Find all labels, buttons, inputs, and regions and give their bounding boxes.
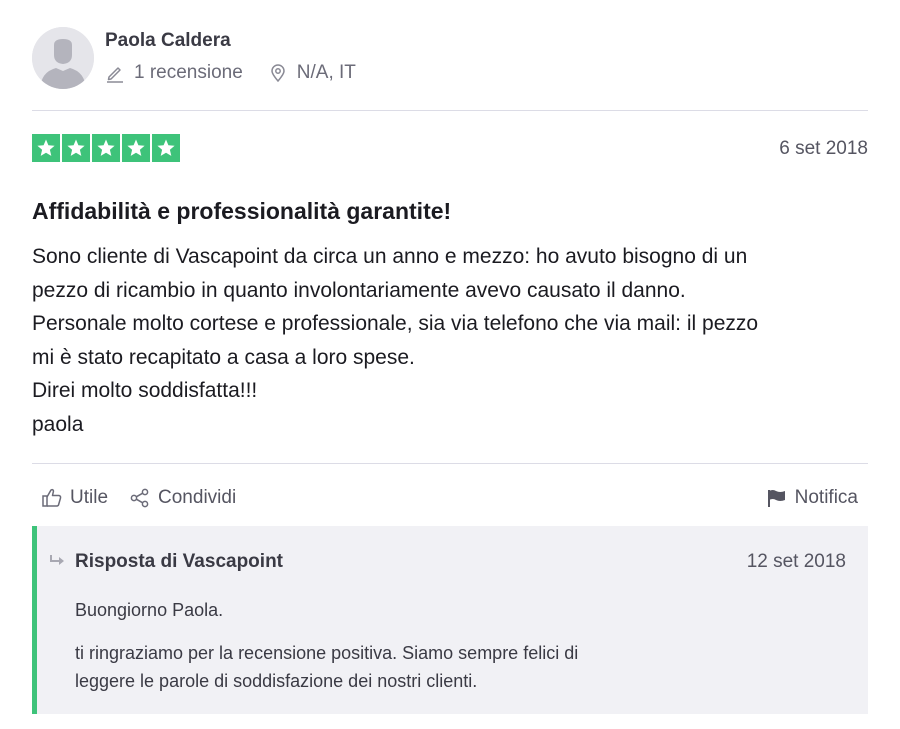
review-date: 6 set 2018 bbox=[779, 138, 868, 159]
useful-label: Utile bbox=[70, 487, 109, 508]
review-count: 1 recensione bbox=[134, 62, 243, 83]
review-title[interactable]: Affidabilità e professionalità garantite… bbox=[32, 198, 451, 225]
review-line: Personale molto cortese e professionale,… bbox=[32, 312, 759, 335]
reply-line: leggere le parole di soddisfazione dei n… bbox=[75, 671, 478, 691]
review-line: pezzo di ricambio in quanto involontaria… bbox=[32, 278, 686, 302]
review-line: Direi molto soddisfatta!!! bbox=[32, 379, 258, 402]
star-icon bbox=[152, 134, 180, 162]
star-icon bbox=[122, 134, 150, 162]
reply-title: Risposta di Vascapoint bbox=[75, 551, 283, 572]
author-name[interactable]: Paola Caldera bbox=[105, 30, 231, 52]
company-reply: Risposta di Vascapoint 12 set 2018 Buong… bbox=[32, 526, 868, 714]
flag-icon bbox=[765, 486, 789, 510]
reply-line: ti ringraziamo per la recensione positiv… bbox=[75, 643, 579, 663]
divider bbox=[32, 463, 868, 464]
thumbs-up-icon bbox=[40, 486, 64, 510]
review-line: Sono cliente di Vascapoint da circa un a… bbox=[32, 245, 748, 268]
user-avatar-icon bbox=[32, 27, 94, 89]
avatar[interactable] bbox=[32, 27, 94, 89]
share-label: Condividi bbox=[158, 487, 237, 508]
reply-body: Buongiorno Paola. ti ringraziamo per la … bbox=[75, 596, 835, 695]
star-icon bbox=[32, 134, 60, 162]
star-icon bbox=[62, 134, 90, 162]
report-button[interactable]: Notifica bbox=[765, 486, 858, 510]
author-meta: 1 recensione N/A, IT bbox=[104, 62, 356, 84]
author-location: N/A, IT bbox=[296, 62, 356, 83]
location-pin-icon bbox=[267, 62, 289, 84]
review-actions: Utile Condividi Notifica bbox=[40, 486, 858, 510]
review-body: Sono cliente di Vascapoint da circa un a… bbox=[32, 240, 872, 441]
reply-date: 12 set 2018 bbox=[746, 551, 846, 572]
review-line: mi è stato recapitato a casa a loro spes… bbox=[32, 345, 415, 369]
reply-greeting: Buongiorno Paola. bbox=[75, 600, 224, 620]
star-icon bbox=[92, 134, 120, 162]
share-button[interactable]: Condividi bbox=[128, 486, 236, 510]
report-label: Notifica bbox=[794, 487, 858, 508]
review-line: paola bbox=[32, 412, 84, 436]
star-rating bbox=[32, 134, 180, 162]
useful-button[interactable]: Utile bbox=[40, 486, 108, 510]
share-icon bbox=[128, 486, 152, 510]
pencil-icon bbox=[104, 62, 126, 84]
reply-arrow-icon bbox=[49, 553, 67, 574]
divider bbox=[32, 110, 868, 111]
